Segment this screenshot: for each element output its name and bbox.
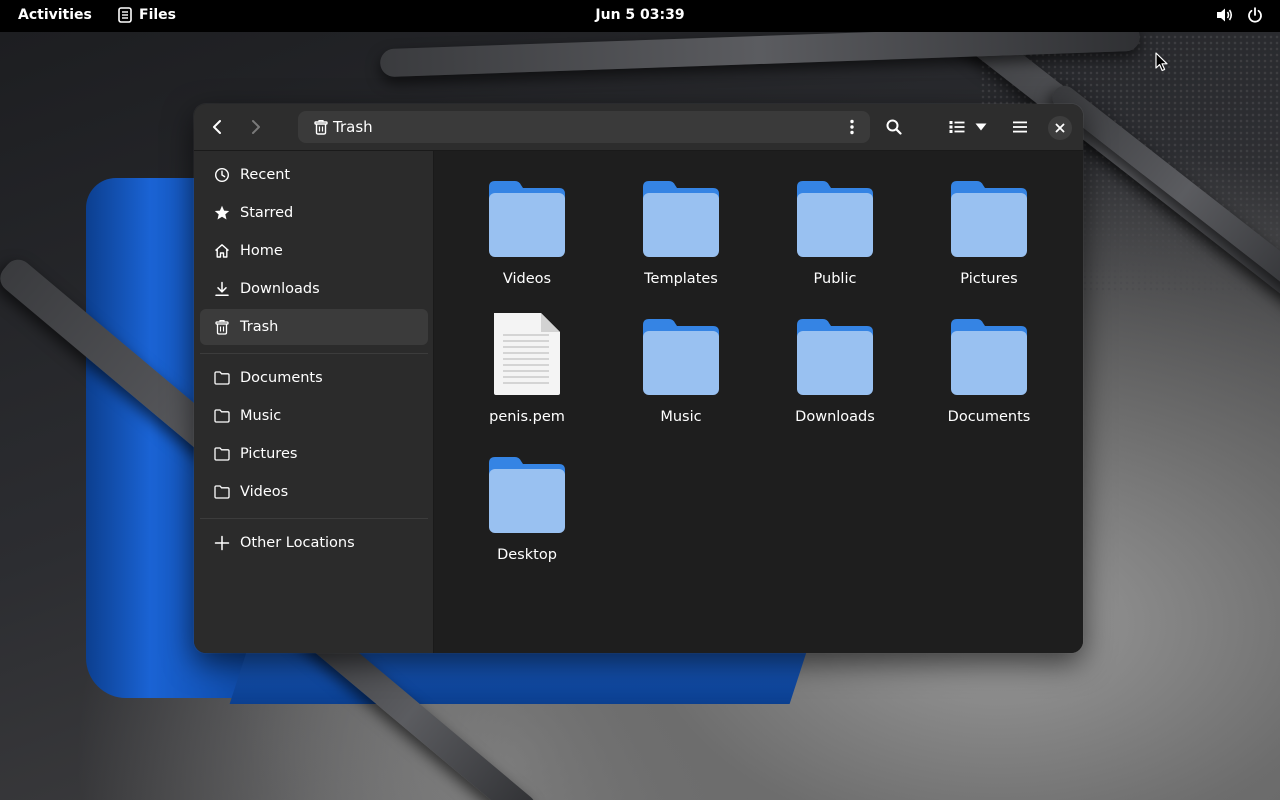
star-icon (214, 205, 230, 221)
mouse-cursor (1155, 52, 1169, 76)
folder-icon (214, 446, 230, 462)
app-name-label: Files (139, 7, 176, 23)
chevron-down-icon (975, 123, 987, 131)
sidebar-item-downloads[interactable]: Downloads (200, 271, 428, 307)
trash-icon (313, 119, 329, 139)
sidebar-item-label: Home (240, 243, 283, 259)
volume-icon[interactable] (1216, 6, 1234, 24)
file-name: Videos (502, 271, 552, 287)
folder-icon (770, 307, 900, 397)
sidebar-item-documents[interactable]: Documents (200, 360, 428, 396)
path-menu-button[interactable] (838, 111, 866, 143)
folder-icon (924, 169, 1054, 259)
back-button[interactable] (200, 110, 234, 144)
system-tray[interactable] (1216, 6, 1264, 24)
file-item-music[interactable]: Music (616, 307, 746, 435)
file-name: Desktop (497, 547, 557, 563)
sidebar-item-music[interactable]: Music (200, 398, 428, 434)
sidebar-item-home[interactable]: Home (200, 233, 428, 269)
home-icon (214, 243, 230, 259)
sidebar-item-label: Videos (240, 484, 289, 500)
file-item-public[interactable]: Public (770, 169, 900, 297)
sidebar-item-label: Recent (240, 167, 291, 183)
file-item-downloads[interactable]: Downloads (770, 307, 900, 435)
sidebar-item-other-locations[interactable]: Other Locations (200, 525, 428, 561)
text-document-icon (462, 307, 592, 397)
pointer-icon (1155, 52, 1168, 72)
hamburger-menu-icon (1013, 121, 1027, 133)
file-name: penis.pem (489, 409, 565, 425)
folder-icon (214, 408, 230, 424)
close-icon (1055, 123, 1065, 133)
chevron-right-icon (252, 120, 260, 134)
close-window-button[interactable] (1048, 116, 1072, 140)
sidebar-item-trash[interactable]: Trash (200, 309, 428, 345)
folder-icon (616, 307, 746, 397)
forward-button[interactable] (239, 110, 273, 144)
main-menu-button[interactable] (1003, 110, 1037, 144)
plus-icon (214, 535, 230, 551)
folder-icon (770, 169, 900, 259)
trash-icon (214, 319, 230, 335)
top-panel: Activities Files Jun 5 03:39 (0, 0, 1280, 32)
file-item-documents[interactable]: Documents (924, 307, 1054, 435)
file-item-templates[interactable]: Templates (616, 169, 746, 297)
file-item-desktop[interactable]: Desktop (462, 445, 592, 573)
sidebar-item-recent[interactable]: Recent (200, 157, 428, 193)
list-view-icon (949, 121, 965, 133)
file-name: Public (813, 271, 857, 287)
search-button[interactable] (877, 110, 911, 144)
app-menu-button[interactable]: Files (118, 7, 176, 23)
sidebar-item-starred[interactable]: Starred (200, 195, 428, 231)
sidebar-item-label: Downloads (240, 281, 320, 297)
file-grid: Videos Templates Public Pictures penis.p… (435, 151, 1083, 653)
folder-icon (924, 307, 1054, 397)
download-icon (214, 281, 230, 297)
file-name: Music (660, 409, 702, 425)
folder-icon (462, 445, 592, 535)
sidebar-separator (200, 518, 428, 519)
sidebar-item-pictures[interactable]: Pictures (200, 436, 428, 472)
file-name: Templates (644, 271, 718, 287)
file-item-pem[interactable]: penis.pem (462, 307, 592, 435)
header-bar: Trash (194, 104, 1083, 151)
file-item-pictures[interactable]: Pictures (924, 169, 1054, 297)
sidebar-separator (200, 353, 428, 354)
files-app-icon (118, 7, 132, 23)
activities-button[interactable]: Activities (18, 7, 92, 23)
chevron-left-icon (213, 120, 221, 134)
path-label: Trash (333, 118, 373, 136)
places-sidebar: Recent Starred Home Downloads Trash Docu… (194, 151, 434, 653)
files-window: Trash Recent Starred Home Downloads Tras… (194, 104, 1083, 653)
clock-icon (214, 167, 230, 183)
kebab-menu-icon (850, 119, 854, 135)
sidebar-item-label: Documents (240, 370, 323, 386)
power-icon[interactable] (1246, 6, 1264, 24)
search-icon (886, 119, 902, 135)
sidebar-item-label: Pictures (240, 446, 298, 462)
sidebar-item-label: Trash (240, 319, 279, 335)
folder-icon (462, 169, 592, 259)
view-options-button[interactable] (969, 110, 993, 144)
file-name: Documents (947, 409, 1031, 425)
sidebar-item-label: Music (240, 408, 282, 424)
sidebar-item-label: Starred (240, 205, 294, 221)
file-name: Pictures (960, 271, 1018, 287)
folder-icon (214, 370, 230, 386)
clock-button[interactable]: Jun 5 03:39 (595, 7, 684, 23)
folder-icon (616, 169, 746, 259)
file-name: Downloads (795, 409, 875, 425)
file-item-videos[interactable]: Videos (462, 169, 592, 297)
sidebar-item-label: Other Locations (240, 535, 355, 551)
folder-icon (214, 484, 230, 500)
sidebar-item-videos[interactable]: Videos (200, 474, 428, 510)
path-bar[interactable]: Trash (298, 111, 870, 143)
